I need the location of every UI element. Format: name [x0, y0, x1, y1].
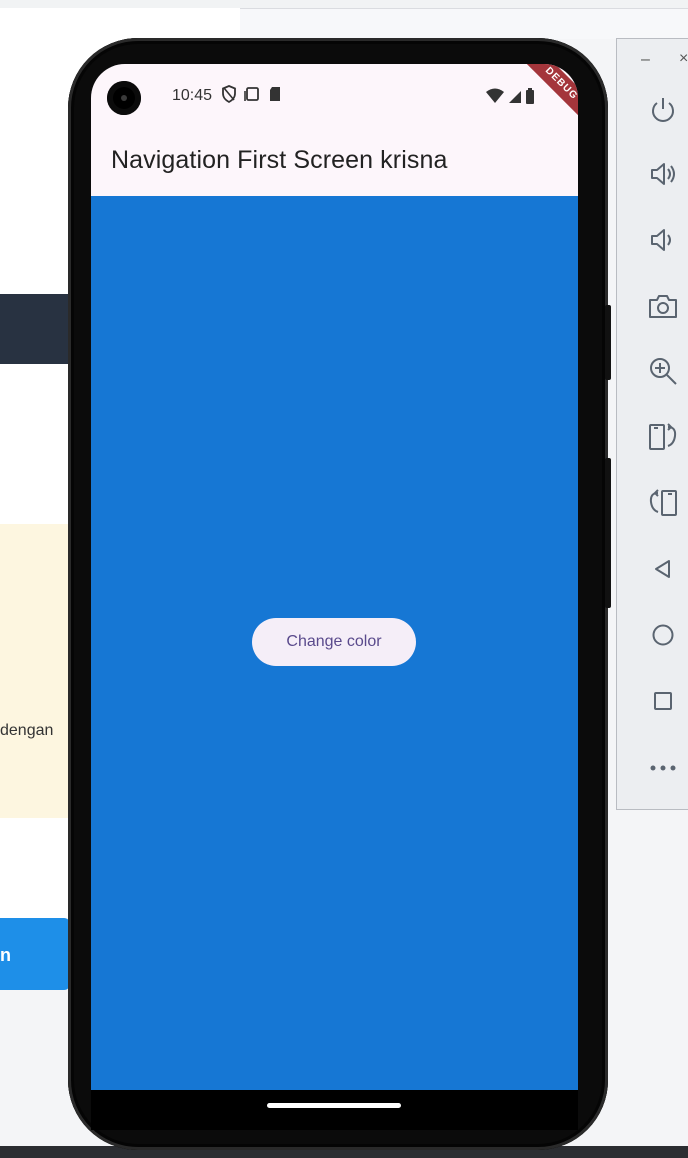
app-bar-title: Navigation First Screen krisna: [111, 146, 448, 174]
phone-screen: 10:45 DEBUG Navigation First Screen kris…: [91, 64, 578, 1090]
background-content-lower: [0, 818, 70, 918]
back-icon: [651, 557, 675, 586]
screen-body: Change color: [91, 196, 578, 1090]
power-button[interactable]: [645, 93, 681, 129]
sd-card-icon: [267, 85, 283, 108]
shield-icon: [221, 85, 237, 108]
more-icon: [649, 760, 677, 778]
navigation-bar: [91, 1090, 578, 1130]
phone-side-button-bottom: [605, 458, 611, 608]
volume-up-button[interactable]: [645, 158, 681, 194]
rotate-left-button[interactable]: [645, 487, 681, 523]
home-icon: [651, 623, 675, 652]
phone-side-button-top: [605, 305, 611, 380]
home-button[interactable]: [645, 619, 681, 655]
volume-up-icon: [648, 159, 678, 194]
front-camera: [107, 81, 141, 115]
background-notice-box: [0, 524, 70, 818]
zoom-icon: [647, 355, 679, 392]
wifi-icon: [485, 88, 505, 109]
rotate-right-button[interactable]: [645, 421, 681, 457]
background-content: [0, 364, 70, 524]
screen-icon: [243, 85, 261, 108]
app-bar: 10:45 DEBUG Navigation First Screen kris…: [91, 64, 578, 196]
volume-down-button[interactable]: [645, 224, 681, 260]
status-icons-right: [485, 88, 535, 109]
camera-icon: [647, 291, 679, 326]
change-color-button[interactable]: Change color: [252, 618, 416, 666]
rotate-left-icon: [647, 488, 679, 523]
background-right-strip: [240, 9, 688, 39]
signal-icon: [508, 90, 522, 109]
status-time: 10:45: [172, 87, 213, 104]
background-dark-header: [0, 294, 70, 364]
overview-icon: [652, 690, 674, 717]
volume-down-icon: [648, 225, 678, 260]
screenshot-button[interactable]: [645, 290, 681, 326]
power-icon: [648, 94, 678, 129]
rotate-right-icon: [647, 422, 679, 457]
close-button[interactable]: ×: [679, 50, 688, 68]
status-icons-left: [221, 85, 283, 108]
background-notice-text: dengan: [0, 722, 54, 739]
back-button[interactable]: [645, 553, 681, 589]
background-primary-button-label: n: [0, 945, 11, 965]
minimize-button[interactable]: –: [641, 51, 650, 69]
overview-button[interactable]: [645, 685, 681, 721]
more-button[interactable]: [645, 751, 681, 787]
emulator-toolbar: – ×: [616, 38, 688, 810]
battery-icon: [525, 88, 535, 109]
home-indicator[interactable]: [267, 1103, 401, 1108]
zoom-button[interactable]: [645, 355, 681, 391]
